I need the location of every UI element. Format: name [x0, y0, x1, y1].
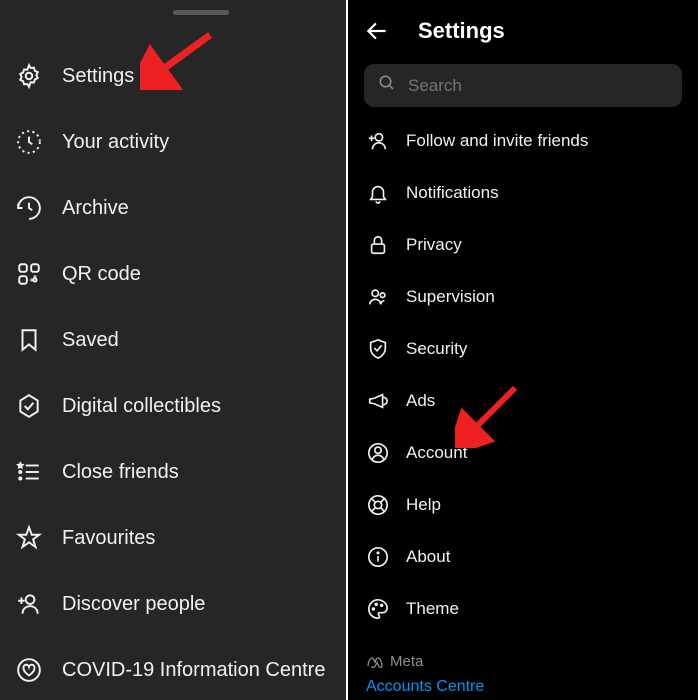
lock-icon — [366, 233, 390, 257]
person-plus-icon — [14, 589, 44, 619]
person-plus-icon — [366, 129, 390, 153]
info-icon — [366, 545, 390, 569]
settings-item-follow[interactable]: Follow and invite friends — [348, 115, 698, 167]
settings-item-account[interactable]: Account — [348, 427, 698, 479]
lifebuoy-icon — [366, 493, 390, 517]
bell-icon — [366, 181, 390, 205]
back-icon[interactable] — [364, 18, 390, 44]
menu-item-qr[interactable]: QR code — [0, 241, 346, 307]
people-icon — [366, 285, 390, 309]
settings-item-supervision[interactable]: Supervision — [348, 271, 698, 323]
drag-handle[interactable] — [173, 10, 229, 15]
menu-label: Your activity — [62, 131, 169, 154]
bookmark-icon — [14, 325, 44, 355]
menu-label: Follow and invite friends — [406, 131, 588, 151]
meta-brand: Meta — [366, 653, 680, 670]
menu-label: QR code — [62, 263, 141, 286]
menu-item-settings[interactable]: Settings — [0, 43, 346, 109]
gear-icon — [14, 61, 44, 91]
accounts-centre-link[interactable]: Accounts Centre — [366, 678, 680, 696]
menu-label: Archive — [62, 197, 129, 220]
settings-item-privacy[interactable]: Privacy — [348, 219, 698, 271]
menu-label: Saved — [62, 329, 119, 352]
menu-item-saved[interactable]: Saved — [0, 307, 346, 373]
search-icon — [378, 74, 408, 97]
menu-label: COVID-19 Information Centre — [62, 659, 325, 682]
menu-label: Notifications — [406, 183, 499, 203]
menu-label: Security — [406, 339, 467, 359]
star-icon — [14, 523, 44, 553]
activity-icon — [14, 127, 44, 157]
menu-item-collectibles[interactable]: Digital collectibles — [0, 373, 346, 439]
menu-item-covid[interactable]: COVID-19 Information Centre — [0, 637, 346, 700]
settings-item-notifications[interactable]: Notifications — [348, 167, 698, 219]
menu-label: Close friends — [62, 461, 179, 484]
palette-icon — [366, 597, 390, 621]
menu-label: Settings — [62, 65, 134, 88]
menu-label: Account — [406, 443, 467, 463]
menu-label: Digital collectibles — [62, 395, 221, 418]
menu-label: Privacy — [406, 235, 462, 255]
settings-header: Settings — [348, 0, 698, 64]
menu-item-archive[interactable]: Archive — [0, 175, 346, 241]
meta-section: Meta Accounts Centre — [348, 635, 698, 696]
menu-label: Help — [406, 495, 441, 515]
hexagon-check-icon — [14, 391, 44, 421]
shield-icon — [366, 337, 390, 361]
menu-item-close-friends[interactable]: Close friends — [0, 439, 346, 505]
menu-label: Ads — [406, 391, 435, 411]
menu-label: Theme — [406, 599, 459, 619]
settings-item-about[interactable]: About — [348, 531, 698, 583]
menu-label: Favourites — [62, 527, 155, 550]
settings-item-theme[interactable]: Theme — [348, 583, 698, 635]
account-icon — [366, 441, 390, 465]
settings-item-help[interactable]: Help — [348, 479, 698, 531]
settings-item-ads[interactable]: Ads — [348, 375, 698, 427]
menu-label: About — [406, 547, 450, 567]
menu-label: Discover people — [62, 593, 205, 616]
list-star-icon — [14, 457, 44, 487]
meta-icon — [366, 656, 384, 668]
settings-panel: Settings Follow and invite friends Notif… — [348, 0, 698, 700]
archive-icon — [14, 193, 44, 223]
menu-label: Supervision — [406, 287, 495, 307]
page-title: Settings — [418, 18, 505, 44]
heart-circle-icon — [14, 655, 44, 685]
search-input[interactable] — [408, 76, 668, 96]
menu-item-favourites[interactable]: Favourites — [0, 505, 346, 571]
settings-item-security[interactable]: Security — [348, 323, 698, 375]
megaphone-icon — [366, 389, 390, 413]
profile-menu-panel: Settings Your activity Archive QR code S… — [0, 0, 348, 700]
search-box[interactable] — [364, 64, 682, 107]
menu-item-discover[interactable]: Discover people — [0, 571, 346, 637]
menu-item-activity[interactable]: Your activity — [0, 109, 346, 175]
qr-icon — [14, 259, 44, 289]
